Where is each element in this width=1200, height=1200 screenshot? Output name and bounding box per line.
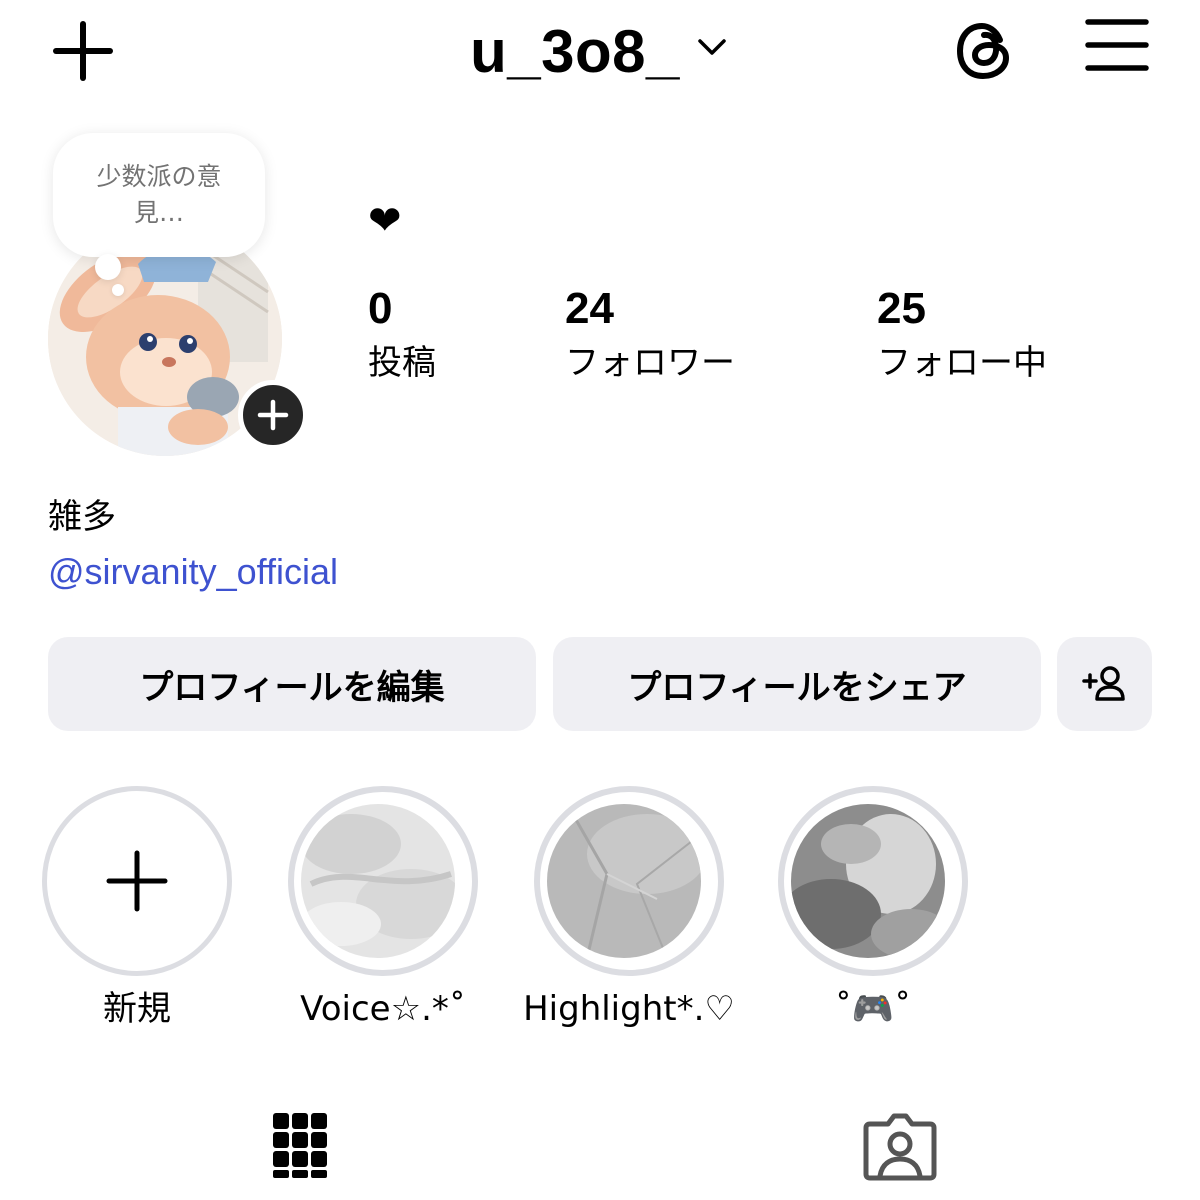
note-bubble-tail <box>95 254 121 280</box>
highlight-label: ˚🎮˚ <box>834 989 912 1029</box>
following-count: 25 <box>877 284 926 333</box>
note-text: 少数派の意見… <box>96 162 222 227</box>
highlight-cover <box>547 804 701 958</box>
highlight-game[interactable]: ˚🎮˚ <box>773 786 973 1036</box>
profile-page: u_3o8_ 少数派の意見… ❤ 0 投稿 24 フォロワー 25 フォロー中 … <box>0 0 1200 1200</box>
highlight-cover <box>301 804 455 958</box>
plus-icon <box>257 399 289 431</box>
highlight-new-circle <box>42 786 232 976</box>
top-bar: u_3o8_ <box>0 0 1200 110</box>
plus-icon <box>106 850 168 912</box>
discover-people-button[interactable] <box>1057 637 1152 731</box>
highlight-cover <box>791 804 945 958</box>
grid-icon[interactable] <box>260 1104 340 1184</box>
profile-full-name: ❤ <box>368 198 402 244</box>
add-story-button[interactable] <box>238 380 308 450</box>
profile-avatar[interactable] <box>48 222 308 456</box>
bio-mention-link[interactable]: @sirvanity_official <box>48 548 338 596</box>
tagged-person-icon[interactable] <box>860 1104 940 1184</box>
highlight-voice[interactable]: Voice☆.*˚ <box>283 786 483 1036</box>
bio-text: 雑多 <box>48 497 116 537</box>
posts-label: 投稿 <box>368 343 436 383</box>
username: u_3o8_ <box>470 18 680 85</box>
share-profile-button[interactable]: プロフィールをシェア <box>553 637 1041 731</box>
highlight-label: Voice☆.*˚ <box>300 989 466 1029</box>
add-person-icon <box>1081 666 1125 701</box>
following-stat[interactable]: 25 フォロー中 <box>877 284 1047 388</box>
chevron-down-icon <box>698 39 726 55</box>
hamburger-menu-icon[interactable] <box>1084 16 1150 82</box>
note-bubble-tail-small <box>112 284 124 296</box>
threads-icon[interactable] <box>952 18 1018 84</box>
edit-profile-button[interactable]: プロフィールを編集 <box>48 637 536 731</box>
posts-count: 0 <box>368 284 393 333</box>
following-label: フォロー中 <box>877 343 1047 383</box>
highlight-new[interactable]: 新規 <box>37 786 237 1036</box>
posts-stat: 0 投稿 <box>368 284 436 388</box>
highlight-highlight[interactable]: Highlight*.♡ <box>523 786 735 1036</box>
followers-stat[interactable]: 24 フォロワー <box>565 284 735 388</box>
highlight-label: Highlight*.♡ <box>523 989 735 1029</box>
highlight-label: 新規 <box>103 989 171 1029</box>
note-bubble[interactable]: 少数派の意見… <box>53 133 265 257</box>
followers-label: フォロワー <box>565 343 735 383</box>
followers-count: 24 <box>565 284 614 333</box>
account-switcher[interactable]: u_3o8_ <box>0 12 1200 92</box>
